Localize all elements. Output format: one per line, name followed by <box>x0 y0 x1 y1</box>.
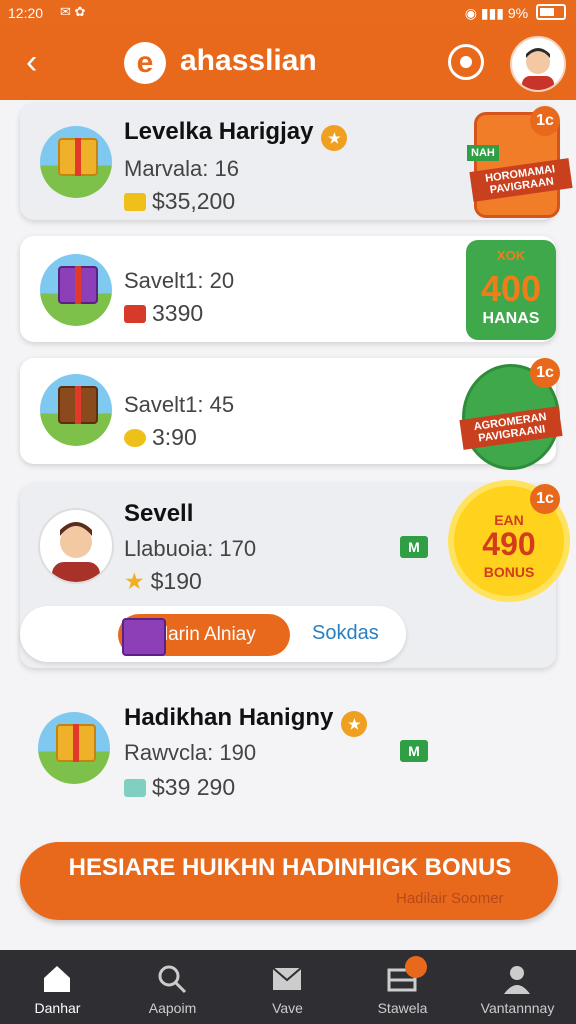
card-price: ★ $190 <box>124 568 202 594</box>
corner-badge: 1c <box>530 106 560 136</box>
notification-badge <box>405 956 427 978</box>
nav-label: Danhar <box>34 1000 81 1016</box>
card-title: Hadikhan Hanigny ★ <box>124 704 368 737</box>
nav-mail[interactable]: Vave <box>230 950 345 1024</box>
card-price: 3:90 <box>124 424 197 451</box>
card-detail: Savelt1: 45 <box>124 392 235 417</box>
status-right: ◉ ▮▮▮ 9% <box>465 4 566 22</box>
check-icon: M <box>400 740 428 762</box>
person-icon <box>52 522 100 582</box>
list-item[interactable]: Hadikhan Hanigny ★ Rawvcla: 190 $39 290 M <box>20 690 556 816</box>
starburst-amount: 490 <box>482 526 536 562</box>
user-avatar[interactable] <box>510 36 566 92</box>
card-title: Sevell <box>124 500 194 527</box>
nav-label: Stawela <box>377 1000 428 1016</box>
nav-profile[interactable]: Vantannnay <box>460 950 575 1024</box>
gold-bar-icon <box>124 193 146 211</box>
claim-bonus-button[interactable]: HESIARE HUIKHN HADINHIGK BONUS Hadilair … <box>20 842 558 920</box>
battery-icon <box>536 4 566 20</box>
promo-green[interactable]: XOK 400 HANAS <box>466 240 556 340</box>
app-bar: ‹ e ahasslian <box>0 26 576 100</box>
coin-icon: ★ <box>341 711 368 737</box>
gift-icon <box>40 254 112 326</box>
check-icon: M <box>400 536 428 558</box>
coin-icon: ★ <box>321 125 348 151</box>
person-icon <box>522 48 554 90</box>
home-icon <box>44 966 70 992</box>
chart-icon <box>124 779 146 797</box>
mail-icon <box>272 967 302 990</box>
gift-box-icon <box>122 618 166 656</box>
nav-label: Vave <box>272 1000 303 1016</box>
promo-banner: HOROMAMAI PAVIGRAAN <box>469 158 573 202</box>
app-logo: e <box>124 42 166 84</box>
cta-sub: Hadilair Soomer <box>396 890 504 907</box>
corner-badge: 1c <box>530 358 560 388</box>
promo-amount: 400 <box>480 268 542 309</box>
search-icon <box>158 965 187 994</box>
card-title: Levelka Harigjay ★ <box>124 118 348 151</box>
bottom-nav: Danhar Aapoim Vave Stawela Vantannnay <box>0 950 576 1024</box>
avatar <box>38 508 114 584</box>
status-bar: 12:20 ✉ ✿ ◉ ▮▮▮ 9% <box>0 0 576 26</box>
signal-icon: ◉ ▮▮▮ <box>464 5 508 21</box>
nav-inbox[interactable]: Stawela <box>345 950 460 1024</box>
promo-top: XOK <box>496 248 526 263</box>
nav-search[interactable]: Aapoim <box>115 950 230 1024</box>
chevron-left-icon: ‹ <box>26 43 38 81</box>
nav-label: Vantannnay <box>480 1000 555 1016</box>
back-button[interactable]: ‹ <box>26 42 66 82</box>
nav-label: Aapoim <box>148 1000 197 1016</box>
battery-percent: 9% <box>507 5 529 21</box>
envelope-icon <box>124 305 146 323</box>
starburst-label: BONUS <box>483 564 535 580</box>
app-title: ahasslian <box>180 44 317 77</box>
card-price: $35,200 <box>124 188 235 215</box>
profile-icon <box>504 966 530 994</box>
card-detail: Savelt1: 20 <box>124 268 235 293</box>
corner-badge: 1c <box>530 484 560 514</box>
gift-icon <box>38 712 110 784</box>
chat-icon[interactable] <box>448 44 484 80</box>
card-detail: Rawvcla: 190 <box>124 740 257 765</box>
star-icon: ★ <box>124 568 145 594</box>
promo-tag: NAH <box>467 145 499 161</box>
cta-label: HESIARE HUIKHN HADINHIGK BONUS <box>68 854 512 881</box>
nav-home[interactable]: Danhar <box>0 950 115 1024</box>
status-time: 12:20 <box>8 5 44 21</box>
card-detail: Marvala: 16 <box>124 156 239 181</box>
emoji-icon <box>124 429 146 447</box>
promo-label: HANAS <box>482 310 540 327</box>
gift-icon <box>40 374 112 446</box>
notification-icons: ✉ ✿ <box>60 4 86 19</box>
gift-icon <box>40 126 112 198</box>
card-detail: Llabuoia: 170 <box>124 536 257 561</box>
promo-banner: AGROMERAN PAVIGRAANI <box>459 406 563 450</box>
secondary-action-link[interactable]: Sokdas <box>312 622 379 645</box>
card-price: 3390 <box>124 300 203 327</box>
card-price: $39 290 <box>124 774 235 801</box>
